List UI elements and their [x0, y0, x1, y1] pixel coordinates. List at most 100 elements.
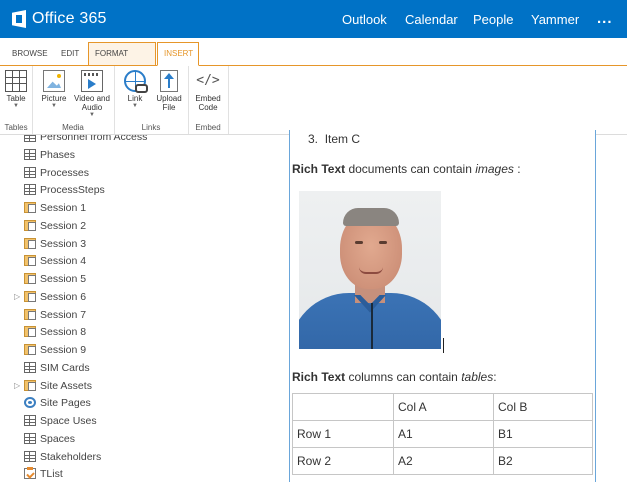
nav-item-label[interactable]: SIM Cards — [40, 360, 90, 377]
expand-arrow-icon[interactable]: ▷ — [14, 292, 20, 301]
video-icon — [81, 70, 103, 92]
nav-item[interactable]: Processes — [0, 165, 262, 182]
nav-item[interactable]: Session 8 — [0, 324, 262, 341]
nav-item-label[interactable]: Spaces — [40, 431, 75, 448]
embed-label-line1: Embed — [195, 94, 221, 103]
table-cell[interactable]: B2 — [493, 447, 593, 475]
plain-text: columns can contain — [345, 370, 462, 384]
nav-item-label[interactable]: Stakeholders — [40, 449, 101, 466]
suite-link-yammer[interactable]: Yammer — [531, 12, 579, 27]
nav-item-label[interactable]: Phases — [40, 147, 75, 164]
nav-item[interactable]: Session 7 — [0, 307, 262, 324]
nav-item[interactable]: Site Pages — [0, 395, 262, 412]
nav-item[interactable]: ▷ Session 6 — [0, 289, 262, 306]
more-options-icon[interactable]: ... — [597, 10, 613, 27]
list-icon — [24, 450, 36, 462]
embedded-photo[interactable] — [299, 191, 441, 349]
upload-label-line1: Upload — [156, 94, 182, 103]
picture-button[interactable]: Picture ▼ — [38, 70, 70, 109]
nav-item[interactable]: Session 2 — [0, 218, 262, 235]
library-icon — [24, 344, 36, 355]
suite-link-calendar[interactable]: Calendar — [405, 12, 458, 27]
tab-browse[interactable]: BROWSE — [6, 43, 54, 65]
suite-link-outlook[interactable]: Outlook — [342, 12, 387, 27]
table-button[interactable]: Table ▼ — [3, 70, 29, 109]
nav-item-label[interactable]: Session 1 — [40, 200, 86, 217]
table-row: Row 1 A1 B1 — [292, 420, 593, 448]
group-media: Picture ▼ Video and Audio ▼ Media — [32, 66, 115, 134]
plain-text-end: : — [493, 370, 497, 384]
nav-item[interactable]: Personnel from Access — [0, 135, 262, 146]
nav-item[interactable]: Spaces — [0, 431, 262, 448]
brand-title: Office 365 — [32, 10, 107, 27]
nav-item[interactable]: Phases — [0, 147, 262, 164]
list-icon — [24, 361, 36, 373]
office365-brand[interactable]: Office 365 — [12, 7, 107, 31]
nav-item[interactable]: Session 9 — [0, 342, 262, 359]
content-table[interactable]: Col A Col B Row 1 A1 B1 Row 2 A2 B2 — [292, 393, 593, 475]
nav-item[interactable]: TList — [0, 466, 262, 480]
nav-item-label[interactable]: Session 7 — [40, 307, 86, 324]
nav-item[interactable]: Space Uses — [0, 413, 262, 430]
tab-edit[interactable]: EDIT — [55, 43, 85, 65]
list-icon — [24, 432, 36, 444]
nav-item[interactable]: Session 4 — [0, 253, 262, 270]
suite-link-people[interactable]: People — [473, 12, 513, 27]
group-embed: </> Embed Code Embed — [188, 66, 229, 134]
nav-item[interactable]: Session 1 — [0, 200, 262, 217]
upload-file-button[interactable]: Upload File — [154, 70, 184, 112]
table-header-row: Col A Col B — [292, 393, 593, 421]
group-links: Link ▼ Upload File Links — [114, 66, 189, 134]
table-button-label: Table — [6, 94, 26, 103]
library-icon — [24, 219, 36, 231]
nav-item-label[interactable]: Session 5 — [40, 271, 86, 288]
table-cell[interactable]: Col B — [493, 393, 593, 421]
nav-item-label[interactable]: Site Pages — [40, 395, 91, 412]
tab-format-text[interactable]: FORMAT TEXT — [88, 42, 156, 80]
table-cell[interactable]: B1 — [493, 420, 593, 448]
tab-insert[interactable]: INSERT — [157, 42, 199, 66]
nav-item-label[interactable]: Personnel from Access — [40, 135, 147, 146]
nav-item-label[interactable]: TList — [40, 466, 63, 480]
nav-item-label[interactable]: ProcessSteps — [40, 182, 105, 199]
nav-item[interactable]: Session 5 — [0, 271, 262, 288]
link-button[interactable]: Link ▼ — [120, 70, 150, 109]
nav-item[interactable]: Stakeholders — [0, 449, 262, 466]
nav-item[interactable]: SIM Cards — [0, 360, 262, 377]
group-label-media: Media — [62, 123, 84, 132]
expand-arrow-icon[interactable]: ▷ — [14, 381, 20, 390]
nav-item-label[interactable]: Session 9 — [40, 342, 86, 359]
group-label-embed: Embed — [195, 123, 221, 132]
table-cell[interactable]: A2 — [393, 447, 494, 475]
table-cell[interactable]: Col A — [393, 393, 494, 421]
library-icon — [24, 326, 36, 338]
nav-item[interactable]: ▷ Site Assets — [0, 378, 262, 395]
nav-item-label[interactable]: Session 3 — [40, 236, 86, 253]
library-icon — [24, 379, 36, 391]
site-contents-nav: Personnel from Access Phases Processes Proc… — [0, 135, 262, 480]
list-icon — [24, 184, 36, 196]
group-label-tables: Tables — [4, 123, 28, 132]
text-cursor — [443, 338, 444, 353]
nav-item-label[interactable]: Session 6 — [40, 289, 86, 306]
images-paragraph: Rich Text documents can contain images : — [292, 162, 521, 176]
table-cell[interactable]: Row 1 — [292, 420, 394, 448]
table-cell[interactable]: Row 2 — [292, 447, 394, 475]
nav-item-label[interactable]: Space Uses — [40, 413, 97, 430]
table-cell[interactable]: A1 — [393, 420, 494, 448]
nav-item[interactable]: Session 3 — [0, 236, 262, 253]
table-cell[interactable] — [292, 393, 394, 421]
video-label-line2: Audio — [81, 103, 103, 112]
nav-item-label[interactable]: Processes — [40, 165, 89, 182]
list-number: 3. — [308, 132, 319, 146]
nav-item[interactable]: ProcessSteps — [0, 182, 262, 199]
nav-item-label[interactable]: Session 4 — [40, 253, 86, 270]
nav-item-label[interactable]: Site Assets — [40, 378, 92, 395]
video-audio-button[interactable]: Video and Audio ▼ — [72, 70, 112, 118]
nav-item-label[interactable]: Session 8 — [40, 324, 86, 341]
rich-text-editor[interactable]: 3. Item C Rich Text documents can contai… — [289, 130, 596, 482]
nav-item-label[interactable]: Session 2 — [40, 218, 86, 235]
plain-text-end: : — [513, 162, 521, 176]
embed-code-button[interactable]: </> Embed Code — [192, 70, 224, 112]
chevron-down-icon: ▼ — [13, 103, 19, 109]
